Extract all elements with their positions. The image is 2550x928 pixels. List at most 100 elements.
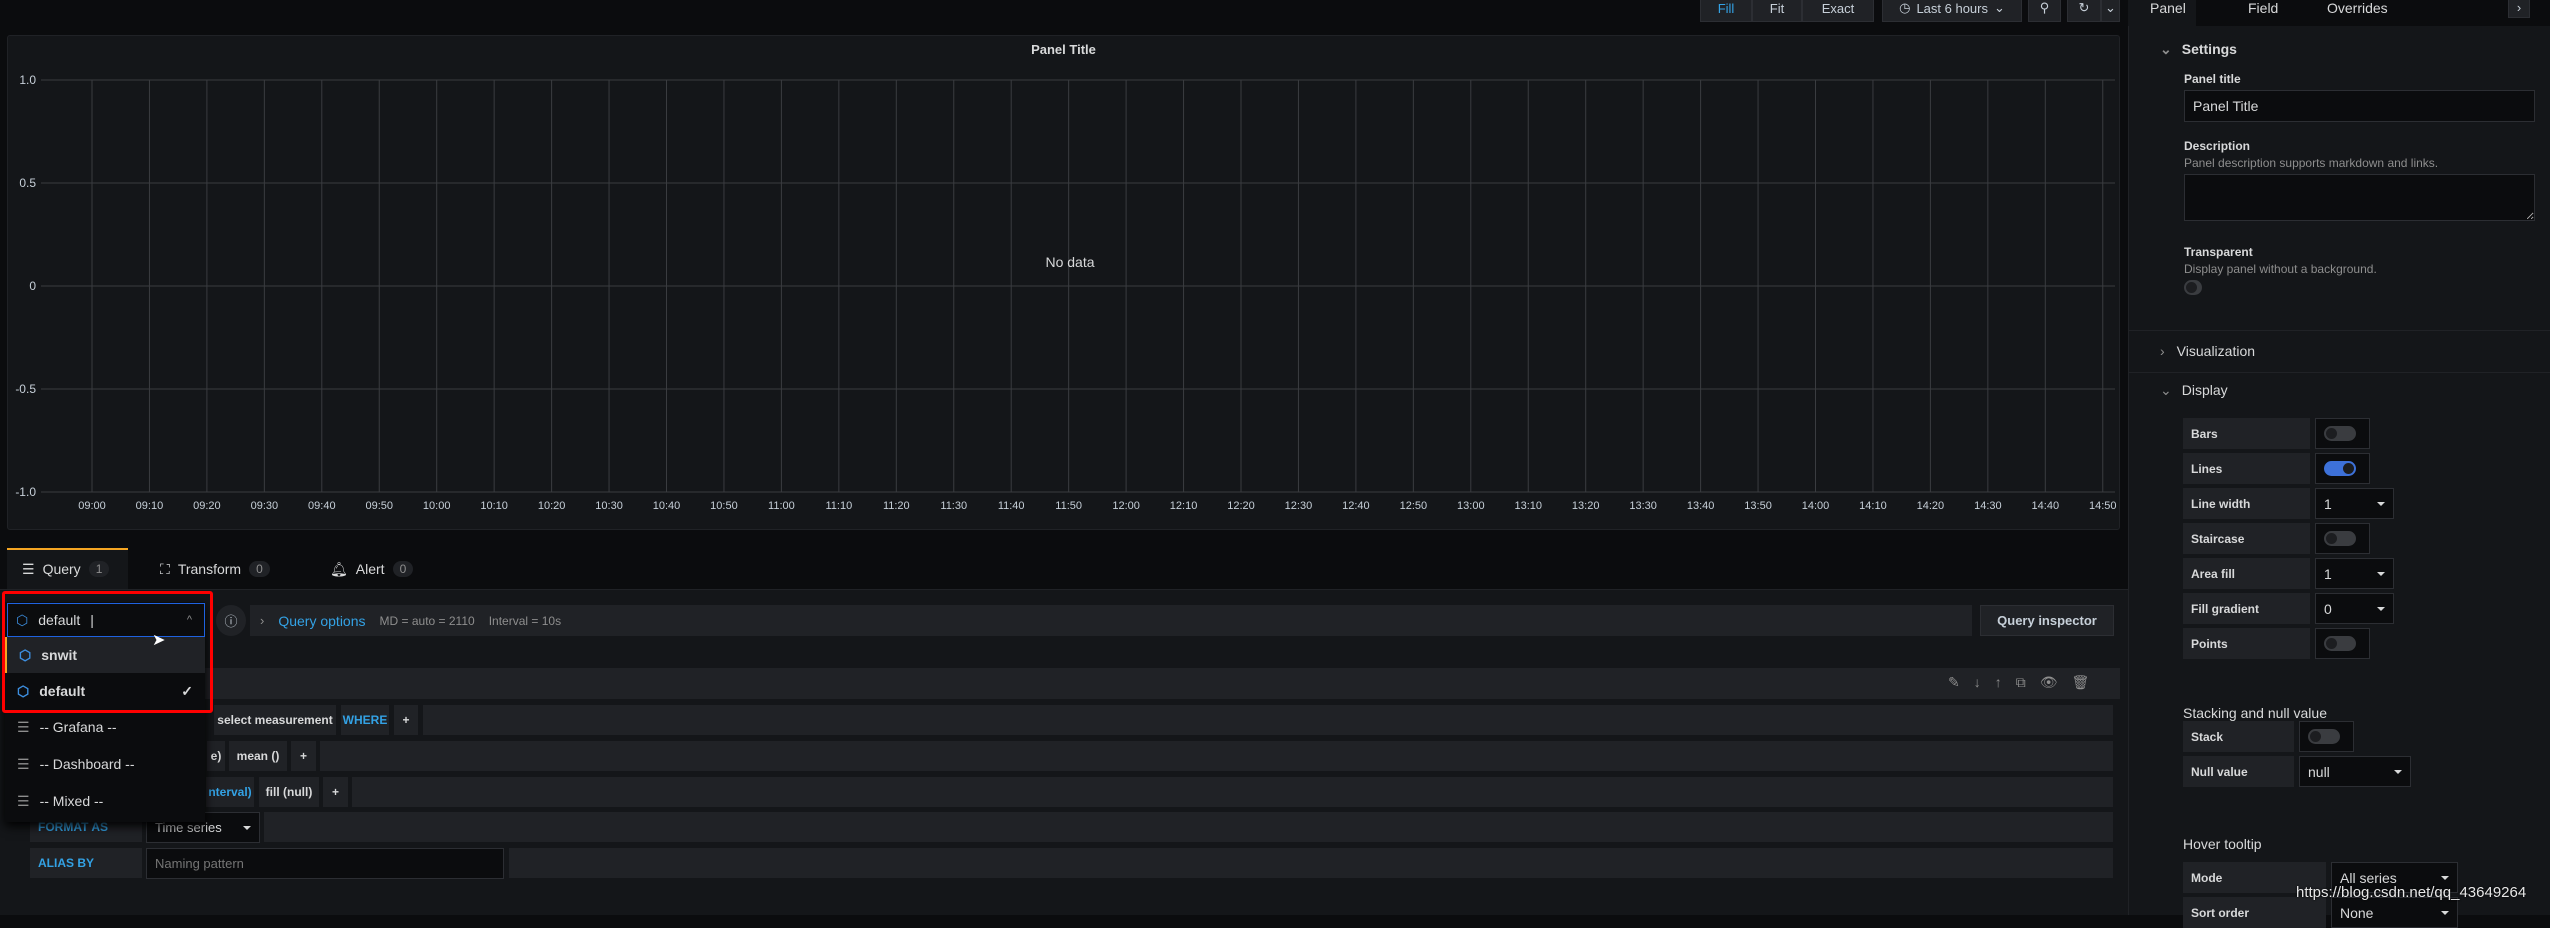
points-toggle[interactable] [2315,628,2370,659]
query-row-header [30,668,2120,699]
description-textarea[interactable] [2184,174,2535,221]
add-select-button[interactable]: + [291,741,316,771]
x-tick-label: 13:00 [1457,500,1485,512]
x-tick-label: 12:50 [1400,500,1428,512]
x-tick-label: 09:10 [136,500,164,512]
tab-query[interactable]: ☰ Query 1 [22,548,110,590]
query-options-bar[interactable]: › Query options MD = auto = 2110 Interva… [250,605,1972,636]
x-tick-label: 09:40 [308,500,336,512]
panel-title-input[interactable] [2184,90,2535,122]
x-tick-label: 09:50 [365,500,393,512]
area-fill-label: Area fill [2183,558,2310,589]
x-tick-label: 10:00 [423,500,451,512]
staircase-toggle[interactable] [2315,523,2370,554]
divider [2128,330,2550,331]
highlight-box [2,591,213,713]
datasource-option-mixed[interactable]: ☰ -- Mixed -- [5,783,205,819]
x-tick-label: 12:10 [1170,500,1198,512]
mean-function[interactable]: mean () [229,741,287,771]
alias-by-input[interactable] [146,848,504,879]
x-tick-label: 12:30 [1285,500,1313,512]
area-fill-select[interactable]: 1 [2315,558,2394,589]
caret-down-icon [2441,911,2449,919]
x-tick-label: 13:10 [1514,500,1542,512]
lines-label: Lines [2183,453,2310,484]
x-tick-label: 10:40 [653,500,681,512]
arrow-up-icon[interactable]: ↑ [1995,674,2002,691]
bell-icon: 🔔︎ [330,560,348,577]
x-tick-label: 09:20 [193,500,221,512]
x-tick-label: 11:30 [940,500,967,512]
transparent-help: Display panel without a background. [2184,262,2377,276]
time-interval-segment[interactable]: nterval) [206,777,254,807]
chevron-right-icon: › [2160,343,2165,359]
lines-toggle[interactable] [2315,453,2370,484]
caret-down-icon [2441,876,2449,884]
eye-icon[interactable]: 👁︎ [2040,674,2058,691]
stack-toggle[interactable] [2299,721,2354,752]
line-width-label: Line width [2183,488,2310,519]
hover-tooltip-header: Hover tooltip [2183,836,2262,852]
alias-row-filler [509,848,2113,878]
line-width-select[interactable]: 1 [2315,488,2394,519]
chevron-down-icon: ⌄ [2160,41,2172,57]
add-group-by-button[interactable]: + [323,777,348,807]
sort-order-select[interactable]: None [2331,897,2458,928]
database-icon: ☰ [17,792,30,809]
settings-header[interactable]: ⌄ Settings [2160,41,2237,58]
datasource-option-dashboard[interactable]: ☰ -- Dashboard -- [5,746,205,782]
measurement-select[interactable]: select measurement [214,705,336,735]
fill-null-segment[interactable]: fill (null) [259,777,319,807]
transparent-toggle[interactable] [2184,280,2202,295]
caret-down-icon [2377,607,2385,615]
query-row-actions: ✎ ↓ ↑ ⧉ 👁︎ 🗑︎ [1948,674,2089,691]
graph-chart: 1.0 0.5 0 -0.5 -1.0 09:00 09:10 09:20 09:30 09:40… [15,73,2117,512]
database-icon: ☰ [17,718,30,735]
visualization-header[interactable]: › Visualization [2160,343,2255,359]
select-row-filler [320,741,2113,771]
pencil-icon[interactable]: ✎ [1948,674,1960,691]
x-tick-label: 13:40 [1687,500,1715,512]
tab-panel[interactable]: Panel [2150,0,2186,16]
caret-down-icon [2377,572,2385,580]
collapse-sidebar-button[interactable]: › [2508,0,2530,18]
copy-icon[interactable]: ⧉ [2016,674,2026,691]
x-tick-label: 11:10 [825,500,852,512]
caret-down-icon [2377,502,2385,510]
database-icon: ☰ [22,560,35,577]
query-inspector-button[interactable]: Query inspector [1980,605,2114,636]
fill-gradient-select[interactable]: 0 [2315,593,2394,624]
tab-transform[interactable]: ⛶ Transform 0 [160,548,270,590]
x-tick-label: 14:50 [2089,500,2117,512]
field-value-segment[interactable]: e) [207,741,225,771]
sort-order-label: Sort order [2183,897,2326,928]
null-value-select[interactable]: null [2299,756,2411,787]
divider [2128,372,2550,373]
tab-alert[interactable]: 🔔︎ Alert 0 [330,548,414,590]
x-tick-label: 13:20 [1572,500,1600,512]
tab-field[interactable]: Field [2248,0,2278,16]
bars-label: Bars [2183,418,2310,449]
trash-icon[interactable]: 🗑︎ [2072,674,2090,691]
transparent-label: Transparent [2184,245,2253,259]
x-tick-label: 11:20 [883,500,910,512]
bars-toggle[interactable] [2315,418,2370,449]
add-where-button[interactable]: + [394,705,418,735]
mouse-cursor-icon: ➤ [152,632,166,649]
transform-icon: ⛶ [160,560,170,577]
chevron-down-icon: ⌄ [2160,382,2172,398]
staircase-label: Staircase [2183,523,2310,554]
help-button[interactable]: ⓘ [216,605,246,636]
from-row-filler [423,705,2113,735]
x-tick-label: 14:40 [2032,500,2060,512]
description-label: Description [2184,139,2251,153]
x-tick-label: 12:40 [1342,500,1370,512]
tab-overrides[interactable]: Overrides [2327,0,2388,16]
chevron-right-icon: › [2516,0,2522,15]
arrow-down-icon[interactable]: ↓ [1974,674,1981,691]
database-icon: ☰ [17,755,30,772]
description-help: Panel description supports markdown and … [2184,156,2439,170]
display-header[interactable]: ⌄ Display [2160,382,2228,399]
datasource-option-grafana[interactable]: ☰ -- Grafana -- [5,709,205,745]
x-tick-label: 10:50 [710,500,738,512]
